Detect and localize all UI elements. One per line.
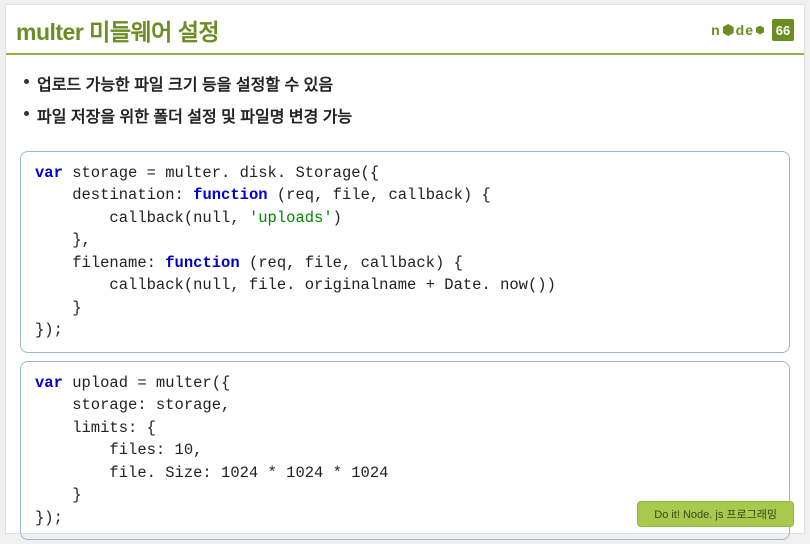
node-logo: n de (711, 22, 764, 38)
string-literal: 'uploads' (249, 209, 333, 227)
code-text: (req, file, callback) { (240, 254, 463, 272)
code-text: ) (333, 209, 342, 227)
keyword: function (193, 186, 267, 204)
footer-label: Do it! Node. js 프로그래밍 (637, 501, 794, 527)
code-text: storage: storage, (35, 396, 230, 414)
code-text: file. Size: 1024 * 1024 * 1024 (35, 464, 388, 482)
header: multer 미들웨어 설정 n de 66 (6, 5, 804, 55)
code-text: }); (35, 321, 63, 339)
slide-title: multer 미들웨어 설정 (16, 13, 219, 47)
footer: Do it! Node. js 프로그래밍 (637, 501, 794, 527)
logo-text-de: de (736, 22, 754, 38)
code-text: }, (35, 231, 91, 249)
code-text: callback(null, file. originalname + Date… (35, 276, 556, 294)
keyword: function (165, 254, 239, 272)
hexagon-icon (723, 24, 734, 36)
keyword: var (35, 374, 63, 392)
keyword: var (35, 164, 63, 182)
code-text: (req, file, callback) { (268, 186, 491, 204)
hexagon-icon (756, 26, 764, 35)
code-text: }); (35, 509, 63, 527)
code-text: storage = multer. disk. Storage({ (63, 164, 379, 182)
header-right: n de 66 (711, 19, 794, 41)
bullet-text: 파일 저장을 위한 폴더 설정 및 파일명 변경 가능 (37, 103, 352, 127)
code-text: callback(null, (35, 209, 249, 227)
bullet-dot-icon (24, 79, 29, 84)
code-block-1: var storage = multer. disk. Storage({ de… (20, 151, 790, 353)
bullet-text: 업로드 가능한 파일 크기 등을 설정할 수 있음 (37, 71, 333, 95)
page-number: 66 (772, 19, 794, 41)
bullet-list: 업로드 가능한 파일 크기 등을 설정할 수 있음 파일 저장을 위한 폴더 설… (6, 55, 804, 145)
bullet-dot-icon (24, 111, 29, 116)
bullet-item: 파일 저장을 위한 폴더 설정 및 파일명 변경 가능 (24, 103, 786, 127)
code-text: filename: (35, 254, 165, 272)
code-text: limits: { (35, 419, 156, 437)
bullet-item: 업로드 가능한 파일 크기 등을 설정할 수 있음 (24, 71, 786, 95)
code-text: } (35, 299, 82, 317)
code-text: files: 10, (35, 441, 202, 459)
logo-text-n: n (711, 22, 721, 38)
code-text: } (35, 486, 82, 504)
code-text: upload = multer({ (63, 374, 230, 392)
slide: multer 미들웨어 설정 n de 66 업로드 가능한 파일 크기 등을 … (5, 4, 805, 534)
code-text: destination: (35, 186, 193, 204)
